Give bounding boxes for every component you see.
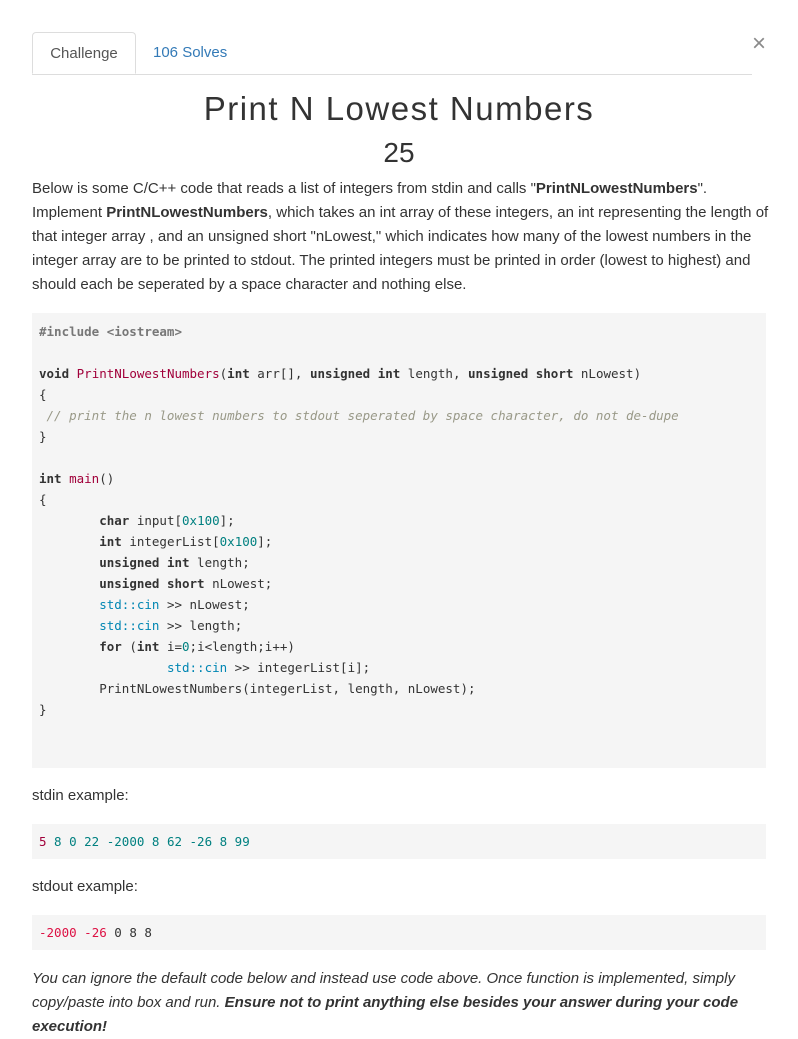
code-line: } bbox=[39, 426, 759, 447]
code-token: () bbox=[99, 471, 115, 486]
code-line: int main() bbox=[39, 468, 759, 489]
code-line: unsigned int length; bbox=[39, 552, 759, 573]
code-line: std::cin >> length; bbox=[39, 615, 759, 636]
code-token: int bbox=[136, 639, 160, 654]
code-snippet: #include <iostream> void PrintNLowestNum… bbox=[32, 313, 766, 768]
code-token: integerList[ bbox=[121, 534, 220, 549]
code-token: } bbox=[39, 702, 47, 717]
code-line: PrintNLowestNumbers(integerList, length,… bbox=[39, 678, 759, 699]
code-token: i= bbox=[159, 639, 183, 654]
code-token: char bbox=[99, 513, 130, 528]
code-line: // print the n lowest numbers to stdout … bbox=[39, 405, 759, 426]
code-token: main bbox=[69, 471, 100, 486]
stdin-example-code: 5 8 0 22 -2000 8 62 -26 8 99 bbox=[32, 824, 766, 859]
code-token: 0 8 8 bbox=[106, 925, 152, 940]
code-token: 0x100 bbox=[219, 534, 258, 549]
code-line: } bbox=[39, 699, 759, 720]
code-token: PrintNLowestNumbers bbox=[76, 366, 220, 381]
code-line: int integerList[0x100]; bbox=[39, 531, 759, 552]
code-token: PrintNLowestNumbers(integerList, length,… bbox=[99, 681, 476, 696]
code-token: unsigned int bbox=[99, 555, 190, 570]
stdin-example-label: stdin example: bbox=[32, 787, 129, 804]
code-line: unsigned short nLowest; bbox=[39, 573, 759, 594]
code-line: { bbox=[39, 489, 759, 510]
code-token: >> integerList[i]; bbox=[227, 660, 371, 675]
code-line: #include <iostream> bbox=[39, 321, 759, 342]
code-token: >> nLowest; bbox=[159, 597, 250, 612]
code-token: length, bbox=[400, 366, 469, 381]
code-token: unsigned short bbox=[99, 576, 205, 591]
code-token: int bbox=[39, 471, 62, 486]
code-token: >> length; bbox=[159, 618, 243, 633]
tab-challenge[interactable]: Challenge bbox=[32, 32, 136, 74]
challenge-description: Below is some C/C++ code that reads a li… bbox=[32, 177, 772, 297]
code-token: unsigned short bbox=[468, 366, 574, 381]
code-token: 5 bbox=[39, 834, 47, 849]
code-token: -26 bbox=[84, 925, 107, 940]
code-token: ( bbox=[121, 639, 137, 654]
code-token: nLowest) bbox=[573, 366, 642, 381]
code-token: -2000 bbox=[39, 925, 77, 940]
code-token: ]; bbox=[257, 534, 273, 549]
code-token: { bbox=[39, 387, 47, 402]
code-token: unsigned int bbox=[309, 366, 401, 381]
stdout-example-code: -2000 -26 0 8 8 bbox=[32, 915, 766, 950]
code-token: 0 bbox=[182, 639, 190, 654]
stdout-example-label: stdout example: bbox=[32, 878, 138, 895]
code-line: std::cin >> nLowest; bbox=[39, 594, 759, 615]
code-line: std::cin >> integerList[i]; bbox=[39, 657, 759, 678]
code-line: void PrintNLowestNumbers(int arr[], unsi… bbox=[39, 363, 759, 384]
code-token: { bbox=[39, 492, 47, 507]
challenge-tabs: Challenge 106 Solves bbox=[32, 32, 752, 75]
code-token: ]; bbox=[219, 513, 235, 528]
code-token: arr[], bbox=[249, 366, 310, 381]
code-line: char input[0x100]; bbox=[39, 510, 759, 531]
footer-note: You can ignore the default code below an… bbox=[32, 967, 772, 1039]
code-token: nLowest; bbox=[204, 576, 273, 591]
code-token: int bbox=[227, 366, 250, 381]
code-token: length; bbox=[189, 555, 250, 570]
code-token: std::cin bbox=[166, 660, 228, 675]
code-token: input[ bbox=[129, 513, 183, 528]
challenge-points: 25 bbox=[383, 137, 415, 168]
code-token: std::cin bbox=[99, 618, 160, 633]
description-bold-1: PrintNLowestNumbers bbox=[535, 180, 698, 197]
tab-solves[interactable]: 106 Solves bbox=[153, 32, 243, 73]
code-token: int bbox=[99, 534, 122, 549]
code-token: } bbox=[39, 429, 47, 444]
code-token: for bbox=[99, 639, 122, 654]
code-token: void bbox=[39, 366, 70, 381]
description-bold-2: PrintNLowestNumbers bbox=[106, 204, 268, 221]
code-token: 0x100 bbox=[182, 513, 220, 528]
code-include: #include <iostream> bbox=[39, 324, 182, 339]
code-line: { bbox=[39, 384, 759, 405]
code-comment: // print the n lowest numbers to stdout … bbox=[39, 408, 679, 423]
code-token: 8 0 22 -2000 8 62 -26 8 99 bbox=[46, 834, 250, 849]
challenge-title: Print N Lowest Numbers bbox=[203, 90, 595, 127]
code-line: for (int i=0;i<length;i++) bbox=[39, 636, 759, 657]
description-text-1: Below is some C/C++ code that reads a li… bbox=[32, 180, 536, 197]
code-token: std::cin bbox=[99, 597, 160, 612]
code-token: ;i<length;i++) bbox=[189, 639, 295, 654]
